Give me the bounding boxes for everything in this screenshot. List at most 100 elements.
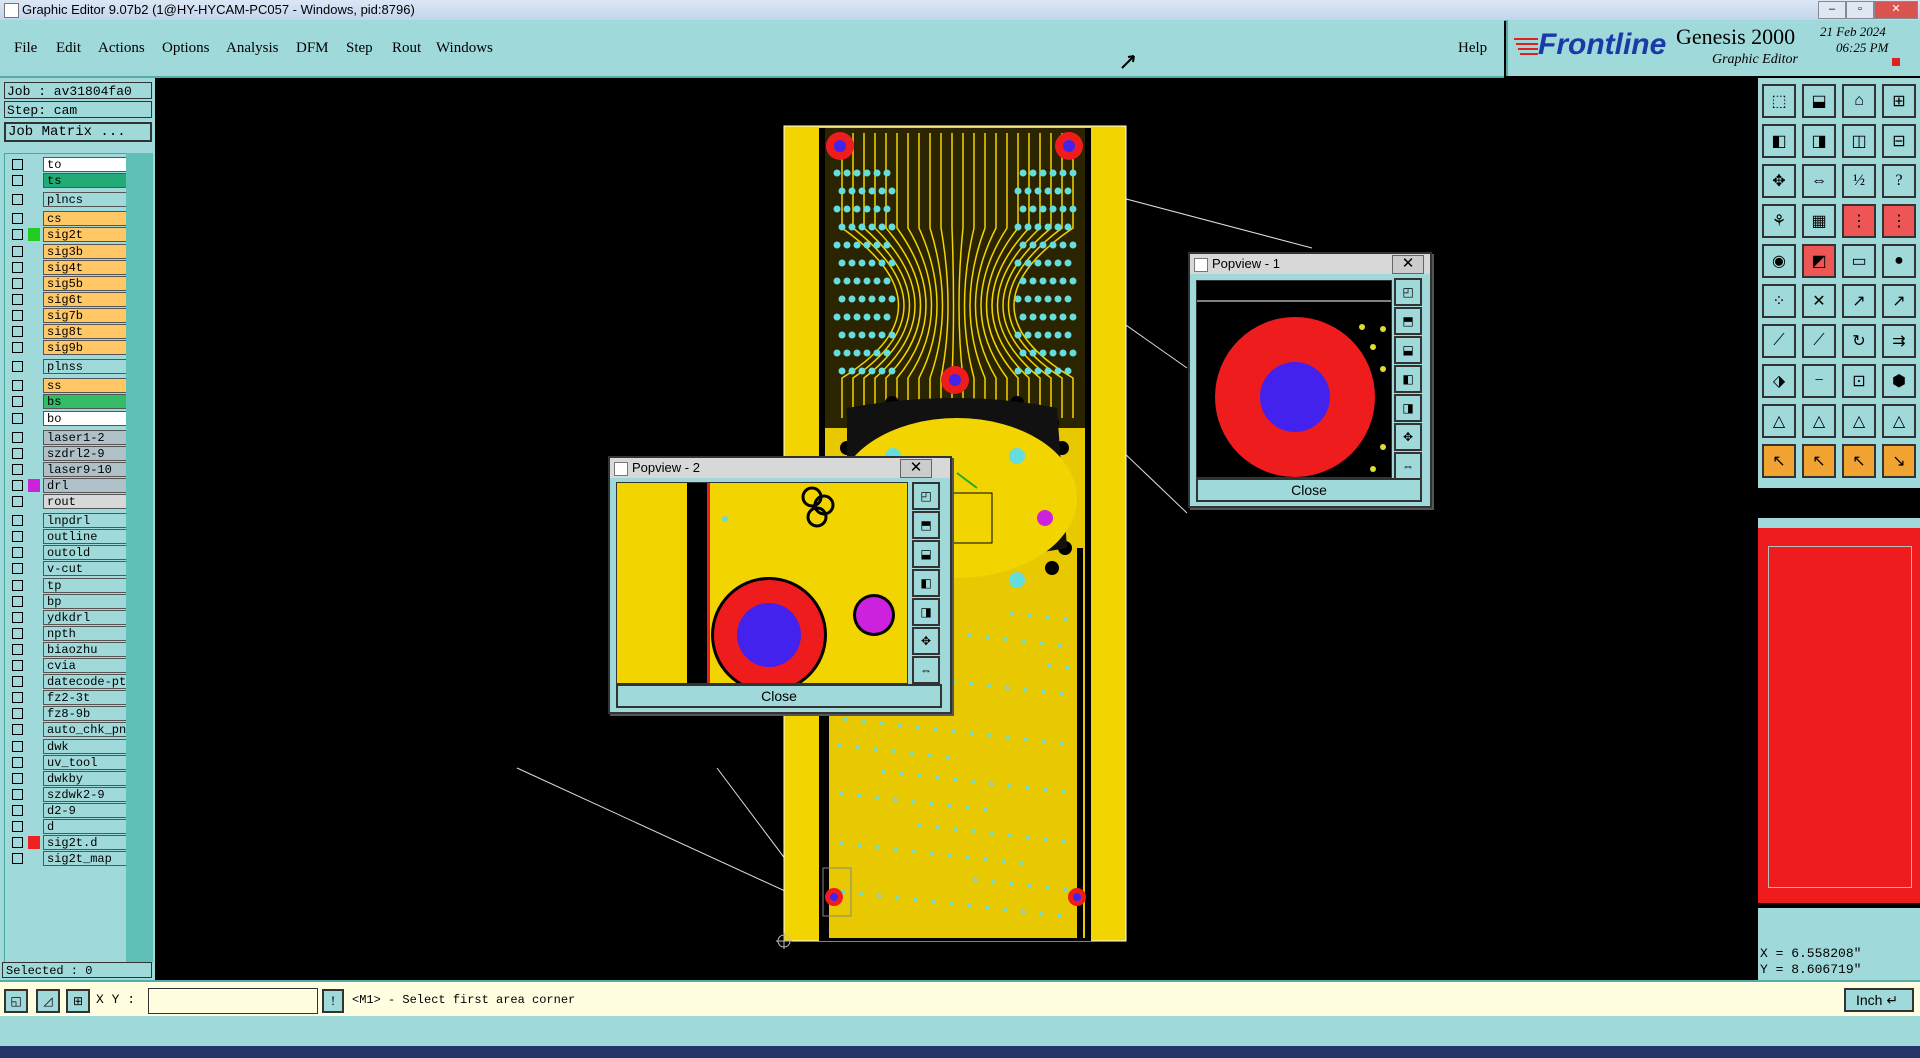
- layer-row-sig2t[interactable]: sig2t: [8, 227, 129, 243]
- layer-checkbox[interactable]: [12, 293, 23, 305]
- array-tool-icon[interactable]: ⇉: [1882, 324, 1916, 358]
- layer-row-plncs[interactable]: plncs: [8, 192, 129, 208]
- layer-row-d[interactable]: d: [8, 819, 129, 834]
- layer-row-sig8t[interactable]: sig8t: [8, 324, 129, 339]
- menu-help[interactable]: Help: [1458, 40, 1487, 57]
- layer-color-swatch[interactable]: [28, 478, 40, 492]
- layer-checkbox[interactable]: [12, 563, 23, 575]
- menu-actions[interactable]: Actions: [98, 40, 145, 57]
- layer-name[interactable]: sig8t: [43, 324, 129, 339]
- popview-1-close-button[interactable]: Close: [1196, 478, 1422, 502]
- left-view-icon[interactable]: ◧: [912, 569, 940, 597]
- layer-name[interactable]: bp: [43, 593, 129, 609]
- rotate-tool-icon[interactable]: ↻: [1842, 324, 1876, 358]
- zoom-view-icon[interactable]: ◰: [1394, 278, 1422, 306]
- help-tool-icon[interactable]: ?: [1882, 164, 1916, 198]
- scale-tool-icon[interactable]: ½: [1842, 164, 1876, 198]
- layer-row-sig4t[interactable]: sig4t: [8, 259, 129, 275]
- right-view-icon[interactable]: ◨: [912, 598, 940, 626]
- layer-checkbox[interactable]: [12, 396, 23, 408]
- panel-tool-icon[interactable]: ⊟: [1882, 124, 1916, 158]
- layer-checkbox[interactable]: [12, 261, 23, 273]
- layer-name[interactable]: bs: [43, 394, 129, 410]
- layer-name[interactable]: npth: [43, 625, 129, 641]
- tri1-tool-icon[interactable]: △: [1762, 404, 1796, 438]
- layer-checkbox[interactable]: [12, 309, 23, 321]
- menu-step[interactable]: Step: [346, 40, 373, 57]
- brush-tool-icon[interactable]: ⚘: [1762, 204, 1796, 238]
- layer-row-bp[interactable]: bp: [8, 593, 129, 609]
- layer-name[interactable]: sig7b: [43, 307, 129, 323]
- layer-checkbox[interactable]: [12, 213, 23, 225]
- layer-name[interactable]: sig2t: [43, 227, 129, 243]
- layer-row-bo[interactable]: bo: [8, 410, 129, 426]
- tri2-tool-icon[interactable]: △: [1802, 404, 1836, 438]
- hex-tool-icon[interactable]: ⬢: [1882, 364, 1916, 398]
- pcb-drawing[interactable]: RM: [157, 78, 1755, 980]
- layer-checkbox[interactable]: [12, 676, 23, 688]
- menu-options[interactable]: Options: [162, 40, 210, 57]
- layer-checkbox[interactable]: [12, 194, 23, 206]
- layer-row-cvia[interactable]: cvia: [8, 658, 129, 673]
- layer-checkbox[interactable]: [12, 627, 23, 639]
- layer-row-cs[interactable]: cs: [8, 211, 129, 227]
- layer-row-sig3b[interactable]: sig3b: [8, 243, 129, 259]
- info-icon[interactable]: !: [322, 989, 344, 1013]
- layer-name[interactable]: lnpdrl: [43, 513, 129, 529]
- open-tool-icon[interactable]: ⬚: [1762, 84, 1796, 118]
- layer-checkbox[interactable]: [12, 531, 23, 543]
- popview-1-viewport[interactable]: [1196, 280, 1392, 478]
- layer-name[interactable]: ss: [43, 378, 129, 394]
- layer-name[interactable]: fz8-9b: [43, 706, 129, 722]
- box-tool-icon[interactable]: ⊡: [1842, 364, 1876, 398]
- layer-checkbox[interactable]: [12, 175, 23, 187]
- fit-view-icon[interactable]: ⇔: [912, 656, 940, 684]
- layer-row-d2-9[interactable]: d2-9: [8, 802, 129, 818]
- right-view-icon[interactable]: ◨: [1394, 394, 1422, 422]
- minimize-button[interactable]: –: [1818, 1, 1846, 19]
- layer-checkbox[interactable]: [12, 515, 23, 527]
- layer-checkbox[interactable]: [12, 447, 23, 459]
- ruler-tool-icon[interactable]: ▭: [1842, 244, 1876, 278]
- layer-name[interactable]: to: [43, 157, 129, 172]
- right-dock-tool-icon[interactable]: ◨: [1802, 124, 1836, 158]
- connect-tool-icon[interactable]: ↗: [1842, 284, 1876, 318]
- layer-name[interactable]: sig5b: [43, 275, 129, 291]
- layer-name[interactable]: sig2t.d: [43, 835, 129, 851]
- pan-view-icon[interactable]: ✥: [912, 627, 940, 655]
- job-matrix-button[interactable]: Job Matrix ...: [4, 122, 152, 142]
- layer-name[interactable]: dwkby: [43, 770, 129, 786]
- layer-row-ts[interactable]: ts: [8, 173, 129, 189]
- layer-checkbox[interactable]: [12, 611, 23, 623]
- layer-row-drl[interactable]: drl: [8, 477, 129, 493]
- menu-dfm[interactable]: DFM: [296, 40, 329, 57]
- pad-tool-icon[interactable]: ⬗: [1762, 364, 1796, 398]
- layer-name[interactable]: cs: [43, 211, 129, 227]
- connect2-tool-icon[interactable]: ↗: [1882, 284, 1916, 318]
- grid-tool-icon[interactable]: ▦: [1802, 204, 1836, 238]
- layer-checkbox[interactable]: [12, 342, 23, 354]
- line2-tool-icon[interactable]: ⟋: [1802, 324, 1836, 358]
- layer-checkbox[interactable]: [12, 660, 23, 671]
- layer-name[interactable]: laser1-2: [43, 429, 129, 445]
- layer-name[interactable]: sig9b: [43, 340, 129, 356]
- layer-checkbox[interactable]: [12, 245, 23, 257]
- layer-row-plnss[interactable]: plnss: [8, 359, 129, 375]
- line-tool-icon[interactable]: ⟋: [1762, 324, 1796, 358]
- layer-row-auto_chk_pn[interactable]: auto_chk_pn: [8, 722, 129, 738]
- layer-checkbox[interactable]: [12, 361, 23, 373]
- layer-row-biaozhu[interactable]: biaozhu: [8, 641, 129, 657]
- fit-view-icon[interactable]: ⇔: [1394, 452, 1422, 480]
- layer-name[interactable]: plnss: [43, 359, 129, 375]
- layer-color-swatch[interactable]: [28, 228, 40, 242]
- menu-rout[interactable]: Rout: [392, 40, 421, 57]
- nodes-tool-icon[interactable]: ⁘: [1762, 284, 1796, 318]
- popview-2-title[interactable]: Popview - 2: [610, 458, 950, 478]
- layer-checkbox[interactable]: [12, 788, 23, 800]
- pan-tool-icon[interactable]: ✥: [1762, 164, 1796, 198]
- layer-row-outline[interactable]: outline: [8, 529, 129, 545]
- left-view-icon[interactable]: ◧: [1394, 365, 1422, 393]
- select-tool-icon[interactable]: ↖: [1762, 444, 1796, 478]
- layout-tool-icon[interactable]: ⊞: [1882, 84, 1916, 118]
- select3-tool-icon[interactable]: ↖: [1842, 444, 1876, 478]
